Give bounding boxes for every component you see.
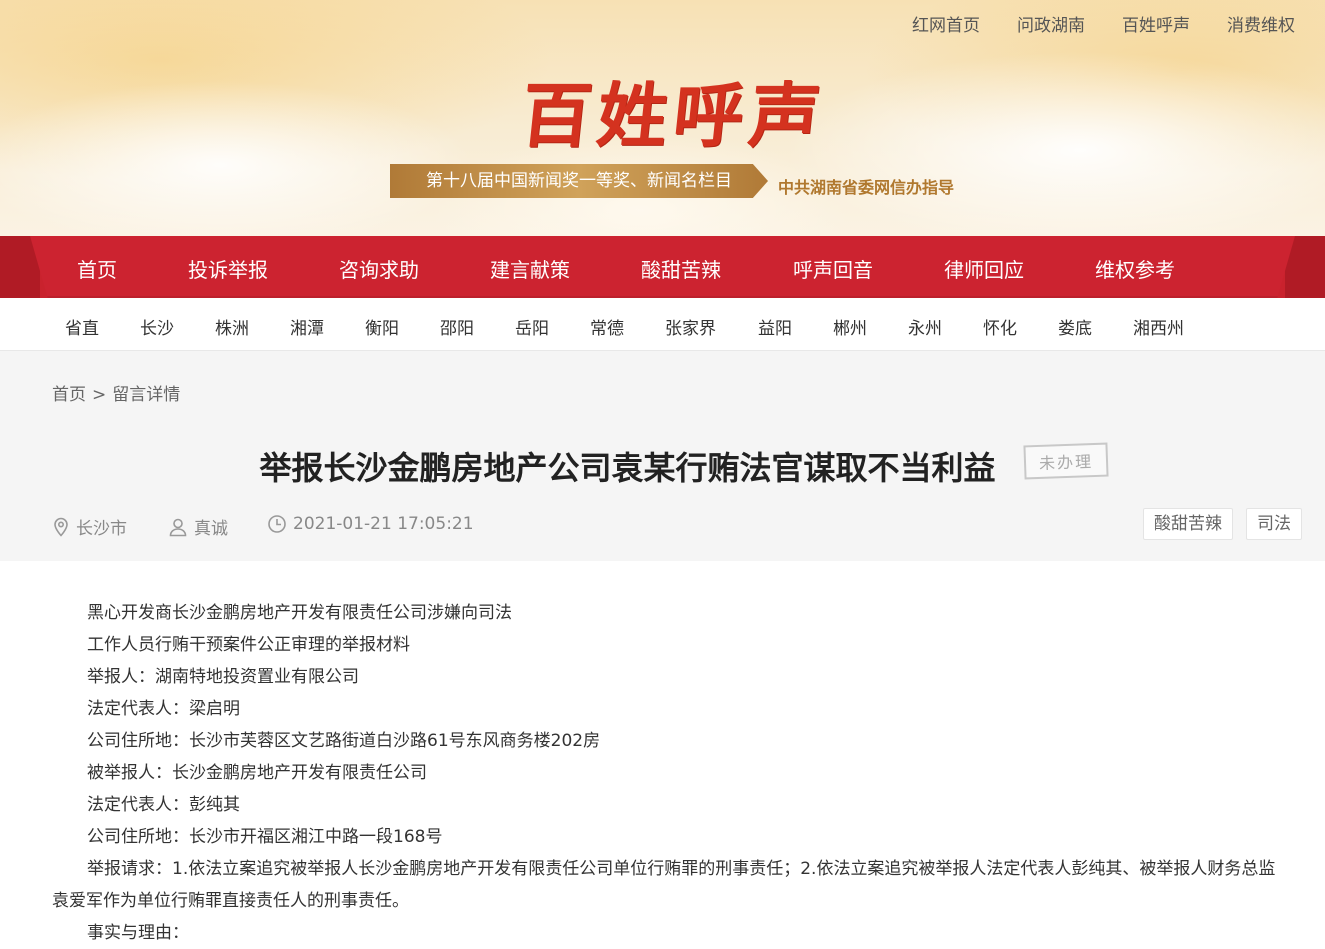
site-banner: 红网首页 问政湖南 百姓呼声 消费维权 百姓呼声 第十八届中国新闻奖一等奖、新闻… xyxy=(0,0,1325,238)
location-text: 长沙市 xyxy=(76,519,127,539)
user-icon xyxy=(169,518,187,536)
region-yueyang[interactable]: 岳阳 xyxy=(515,314,549,339)
location-pin-icon xyxy=(54,517,68,537)
region-huaihua[interactable]: 怀化 xyxy=(983,314,1017,339)
nav-life-stories[interactable]: 酸甜苦辣 xyxy=(641,254,721,283)
main-nav: 首页 投诉举报 咨询求助 建言献策 酸甜苦辣 呼声回音 律师回应 维权参考 xyxy=(0,236,1325,298)
nav-consult-help[interactable]: 咨询求助 xyxy=(339,254,419,283)
author-text: 真诚 xyxy=(194,519,228,539)
region-province[interactable]: 省直 xyxy=(65,314,99,339)
body-paragraph: 法定代表人：彭纯其 xyxy=(87,795,240,815)
top-link-rednet-home[interactable]: 红网首页 xyxy=(912,11,980,36)
nav-home[interactable]: 首页 xyxy=(77,254,117,283)
region-loudi[interactable]: 娄底 xyxy=(1058,314,1092,339)
region-nav: 省直 长沙 株洲 湘潭 衡阳 邵阳 岳阳 常德 张家界 益阳 郴州 永州 怀化 … xyxy=(0,298,1325,351)
top-link-baixing-husheng[interactable]: 百姓呼声 xyxy=(1122,11,1190,36)
region-chenzhou[interactable]: 郴州 xyxy=(833,314,867,339)
nav-suggestions[interactable]: 建言献策 xyxy=(490,254,570,283)
site-logo[interactable]: 百姓呼声 xyxy=(517,60,832,161)
region-shaoyang[interactable]: 邵阳 xyxy=(440,314,474,339)
body-paragraph: 举报请求：1.依法立案追究被举报人长沙金鹏房地产开发有限责任公司单位行贿罪的刑事… xyxy=(52,859,1276,911)
region-xiangtan[interactable]: 湘潭 xyxy=(290,314,324,339)
datetime-text: 2021-01-21 17:05:21 xyxy=(293,514,474,534)
body-paragraph: 举报人：湖南特地投资置业有限公司 xyxy=(87,667,359,687)
post-header: 首页 > 留言详情 举报长沙金鹏房地产公司袁某行贿法官谋取不当利益 长沙市 真诚 2… xyxy=(0,351,1325,561)
nav-lawyer-response[interactable]: 律师回应 xyxy=(944,254,1024,283)
region-changsha[interactable]: 长沙 xyxy=(140,314,174,339)
body-paragraph: 工作人员行贿干预案件公正审理的举报材料 xyxy=(87,635,410,655)
breadcrumb: 首页 > 留言详情 xyxy=(52,380,180,405)
status-stamp: 未办理 xyxy=(1023,442,1109,480)
body-paragraph: 法定代表人：梁启明 xyxy=(87,699,240,719)
top-link-consumer-rights[interactable]: 消费维权 xyxy=(1227,11,1295,36)
post-body: 黑心开发商长沙金鹏房地产开发有限责任公司涉嫌向司法 工作人员行贿干预案件公正审理… xyxy=(52,597,1292,949)
region-yongzhou[interactable]: 永州 xyxy=(908,314,942,339)
top-links: 红网首页 问政湖南 百姓呼声 消费维权 xyxy=(875,11,1295,36)
breadcrumb-home[interactable]: 首页 xyxy=(52,380,86,405)
post-datetime: 2021-01-21 17:05:21 xyxy=(267,514,474,534)
region-zhangjiajie[interactable]: 张家界 xyxy=(665,314,716,339)
award-ribbon: 第十八届中国新闻奖一等奖、新闻名栏目 xyxy=(390,164,768,198)
body-paragraph: 公司住所地：长沙市芙蓉区文艺路街道白沙路61号东风商务楼202房 xyxy=(87,731,601,751)
body-paragraph: 被举报人：长沙金鹏房地产开发有限责任公司 xyxy=(87,763,427,783)
nav-echo[interactable]: 呼声回音 xyxy=(793,254,873,283)
body-paragraph: 黑心开发商长沙金鹏房地产开发有限责任公司涉嫌向司法 xyxy=(87,603,512,623)
body-paragraph: 事实与理由： xyxy=(87,923,189,943)
body-paragraph: 公司住所地：长沙市开福区湘江中路一段168号 xyxy=(87,827,443,847)
guide-text: 中共湖南省委网信办指导 xyxy=(778,178,955,197)
breadcrumb-separator: > xyxy=(92,385,107,405)
region-hengyang[interactable]: 衡阳 xyxy=(365,314,399,339)
region-yiyang[interactable]: 益阳 xyxy=(758,314,792,339)
tag-life-stories[interactable]: 酸甜苦辣 xyxy=(1143,508,1233,540)
region-zhuzhou[interactable]: 株洲 xyxy=(215,314,249,339)
clock-icon xyxy=(268,515,286,533)
nav-complaint-report[interactable]: 投诉举报 xyxy=(188,254,268,283)
tag-judicial[interactable]: 司法 xyxy=(1246,508,1302,540)
post-location: 长沙市 xyxy=(52,514,127,539)
region-changde[interactable]: 常德 xyxy=(590,314,624,339)
post-author: 真诚 xyxy=(168,514,228,539)
nav-rights-reference[interactable]: 维权参考 xyxy=(1095,254,1175,283)
top-link-wenzheng-hunan[interactable]: 问政湖南 xyxy=(1017,11,1085,36)
breadcrumb-current: 留言详情 xyxy=(112,385,181,405)
region-xiangxi[interactable]: 湘西州 xyxy=(1133,314,1184,339)
